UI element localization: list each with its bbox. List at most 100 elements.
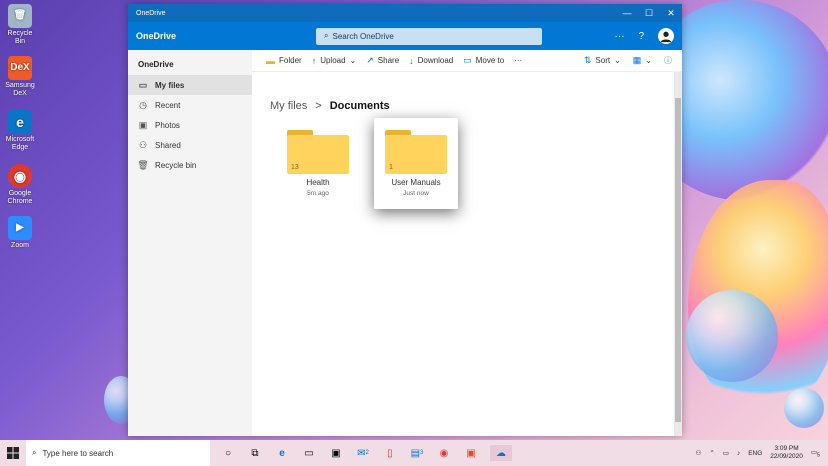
edge-icon[interactable]: e xyxy=(274,445,290,461)
share-button[interactable]: ↗ Share xyxy=(366,55,399,66)
breadcrumb-current: Documents xyxy=(329,100,390,112)
breadcrumb-separator: > xyxy=(315,100,322,112)
grid-view-icon: ▦ xyxy=(632,55,642,65)
cmd-label: Upload xyxy=(320,56,346,65)
folder-name: Health xyxy=(306,178,330,187)
sidebar-item-shared[interactable]: ⚇ Shared xyxy=(128,135,252,155)
desktop-icon-label: Recycle Bin xyxy=(7,30,33,45)
desktop-icon-google-chrome[interactable]: ◉ Google Chrome xyxy=(3,164,37,206)
chrome-icon[interactable]: ◉ xyxy=(436,445,452,461)
scrollbar-thumb[interactable] xyxy=(675,98,681,422)
sidebar-item-recycle-bin[interactable]: 🗑 Recycle bin xyxy=(128,155,252,175)
sidebar-item-label: Photos xyxy=(155,120,180,130)
search-icon: ⌕ xyxy=(324,31,329,40)
sort-button[interactable]: ⇅ Sort ⌄ xyxy=(584,55,621,66)
folder-tile-health[interactable]: 13 Health 5m ago xyxy=(276,130,360,197)
sort-icon: ⇅ xyxy=(583,55,592,65)
upload-icon: ↑ xyxy=(311,55,317,66)
sidebar-item-my-files[interactable]: ▭ My files xyxy=(128,75,252,95)
taskbar-search-input[interactable]: ⌕ Type here to search xyxy=(26,440,210,466)
folder-icon: 13 xyxy=(287,130,349,174)
taskbar: ⌕ Type here to search ○ ⧉ e ▭ ▣ ✉ 2 ▯ ▤ 3 … xyxy=(0,440,828,466)
task-view-icon[interactable]: ⧉ xyxy=(247,445,263,461)
info-icon[interactable]: ⓘ xyxy=(664,55,672,66)
sidebar: OneDrive ▭ My files ◷ Recent ▣ Photos ⚇ … xyxy=(128,50,252,436)
cortana-icon[interactable]: ○ xyxy=(220,445,236,461)
folder-icon: ▬ xyxy=(266,55,275,66)
folder-icon: ▭ xyxy=(138,79,148,90)
breadcrumb-root[interactable]: My files xyxy=(270,100,307,112)
store-icon[interactable]: ▣ xyxy=(328,445,344,461)
chevron-up-icon[interactable]: ⌃ xyxy=(709,449,714,457)
search-icon: ⌕ xyxy=(32,448,37,457)
view-options-button[interactable]: ▦ ⌄ xyxy=(633,55,652,66)
files-badge: 3 xyxy=(420,450,424,456)
new-folder-button[interactable]: ▬ Folder xyxy=(266,56,302,66)
folder-icon: 1 xyxy=(385,130,447,174)
maximize-button[interactable]: ☐ xyxy=(638,8,660,19)
photos-icon[interactable]: ▣ xyxy=(463,445,479,461)
network-icon[interactable]: ▭ xyxy=(723,449,729,457)
language-indicator[interactable]: ENG xyxy=(748,450,762,457)
breadcrumb: My files > Documents xyxy=(270,100,390,112)
clock-icon: ◷ xyxy=(139,99,147,110)
folder-tile-user-manuals[interactable]: 1 User Manuals Just now xyxy=(374,118,458,209)
sidebar-item-label: Recent xyxy=(155,100,181,110)
wallpaper-bubble xyxy=(686,290,778,382)
volume-icon[interactable]: ♪ xyxy=(737,450,740,457)
sidebar-home[interactable]: OneDrive xyxy=(128,56,252,75)
taskbar-search-placeholder: Type here to search xyxy=(42,448,114,458)
folder-modified-time: Just now xyxy=(403,190,429,197)
chrome-icon: ◉ xyxy=(8,164,32,188)
edge-icon: e xyxy=(8,110,32,134)
scrollbar[interactable] xyxy=(674,72,682,436)
mail-badge: 2 xyxy=(365,450,369,456)
clock-date: 22/09/2020 xyxy=(770,453,803,460)
notification-icon[interactable]: ▭5 xyxy=(811,448,820,458)
search-placeholder: Search OneDrive xyxy=(332,31,394,41)
move-to-button[interactable]: ▭ Move to xyxy=(463,55,504,66)
sidebar-item-photos[interactable]: ▣ Photos xyxy=(128,115,252,135)
trash-icon: 🗑 xyxy=(137,159,149,170)
chevron-down-icon: ⌄ xyxy=(614,56,621,65)
file-explorer-icon[interactable]: ▭ xyxy=(301,445,317,461)
onedrive-taskbar-icon[interactable]: ☁ xyxy=(490,445,512,461)
people-icon[interactable]: ⚇ xyxy=(696,449,702,457)
desktop-icon-label: Samsung DeX xyxy=(5,82,35,97)
desktop-icon-zoom[interactable]: ▶ Zoom xyxy=(3,216,37,250)
avatar[interactable] xyxy=(658,28,674,44)
sidebar-item-label: Shared xyxy=(155,140,181,150)
minimize-button[interactable]: — xyxy=(616,8,638,19)
upload-button[interactable]: ↑ Upload ⌄ xyxy=(312,56,357,66)
window-title: OneDrive xyxy=(136,9,166,17)
more-icon: ··· xyxy=(514,56,523,65)
download-button[interactable]: ↓ Download xyxy=(409,56,453,66)
recycle-bin-icon: 🗑 xyxy=(8,4,32,28)
mail-icon[interactable]: ✉ 2 xyxy=(355,445,371,461)
cmd-label: Folder xyxy=(279,56,302,65)
app-brand[interactable]: OneDrive xyxy=(136,31,316,41)
sidebar-item-recent[interactable]: ◷ Recent xyxy=(128,95,252,115)
desktop-icon-label: Microsoft Edge xyxy=(5,136,35,151)
office-icon[interactable]: ▯ xyxy=(382,445,398,461)
desktop-icon-microsoft-edge[interactable]: e Microsoft Edge xyxy=(3,110,37,152)
system-tray: ⚇ ⌃ ▭ ♪ ENG 3:09 PM 22/09/2020 ▭5 xyxy=(696,445,828,461)
close-button[interactable]: ✕ xyxy=(660,8,682,19)
chevron-down-icon: ⌄ xyxy=(645,56,652,65)
people-icon: ⚇ xyxy=(138,139,148,150)
image-icon: ▣ xyxy=(138,119,148,130)
notification-count: 5 xyxy=(816,452,820,459)
more-commands-button[interactable]: ··· xyxy=(514,56,522,65)
desktop-icon-recycle-bin[interactable]: 🗑 Recycle Bin xyxy=(3,4,37,46)
title-bar[interactable]: OneDrive — ☐ ✕ xyxy=(128,4,682,22)
start-button[interactable] xyxy=(0,440,26,466)
clock[interactable]: 3:09 PM 22/09/2020 xyxy=(770,445,803,461)
more-options-button[interactable]: ··· xyxy=(614,31,624,42)
onedrive-window: OneDrive — ☐ ✕ OneDrive ⌕ Search OneDriv… xyxy=(128,4,682,436)
files-icon[interactable]: ▤ 3 xyxy=(409,445,425,461)
folder-name: User Manuals xyxy=(391,178,441,187)
cmd-label: Share xyxy=(377,56,400,65)
help-button[interactable]: ? xyxy=(638,31,644,42)
desktop-icon-samsung-dex[interactable]: DeX Samsung DeX xyxy=(3,56,37,98)
search-input[interactable]: ⌕ Search OneDrive xyxy=(316,27,542,45)
